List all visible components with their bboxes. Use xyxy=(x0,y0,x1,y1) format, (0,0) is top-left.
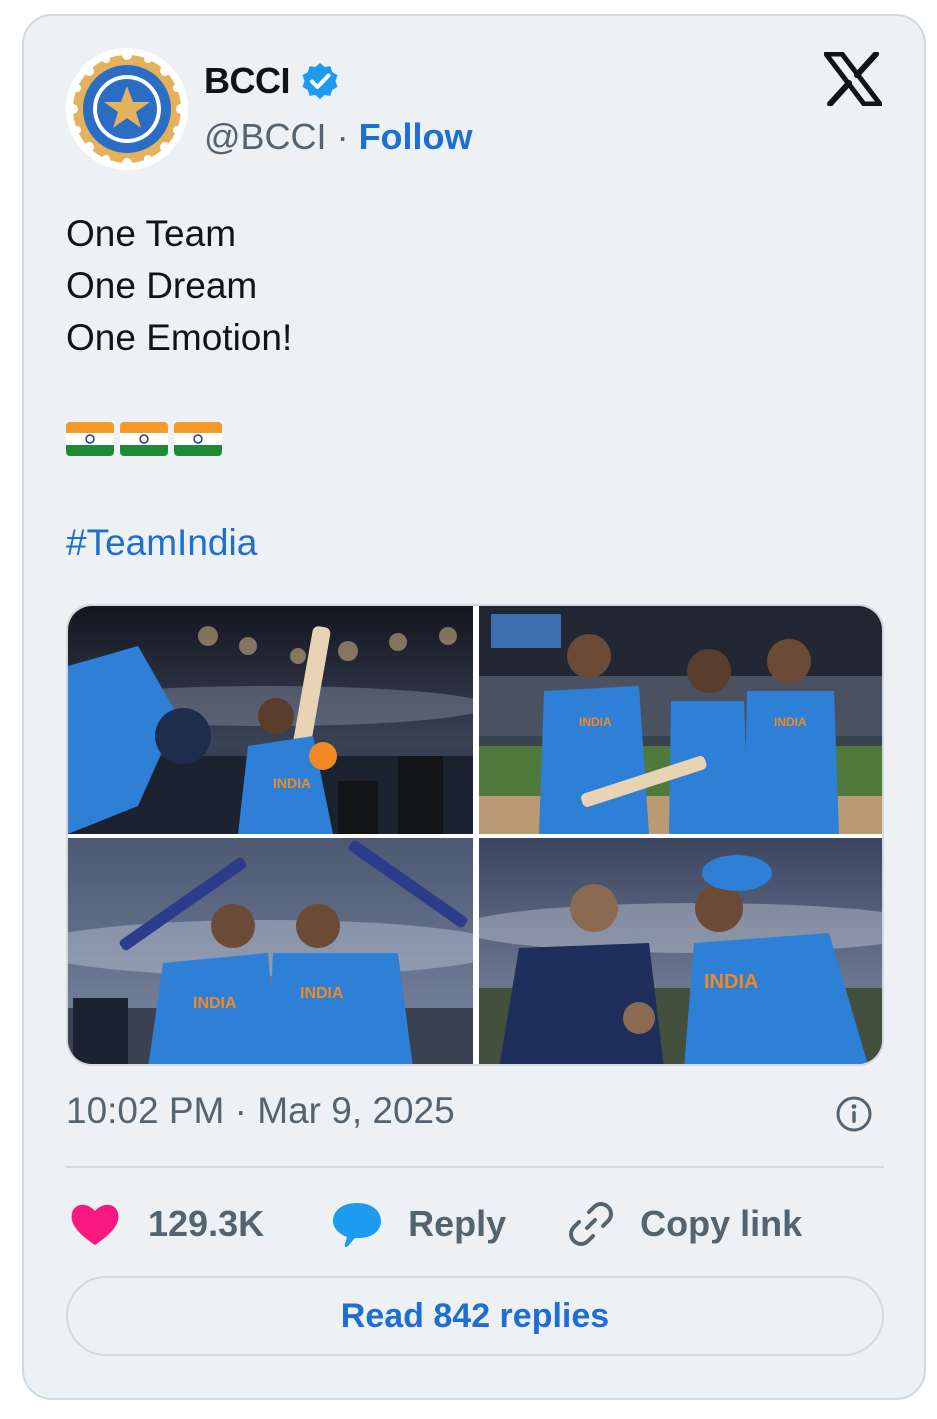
follow-button[interactable]: Follow xyxy=(359,116,473,158)
jersey-text: INDIA xyxy=(300,985,344,1002)
heart-icon xyxy=(71,1204,119,1245)
india-flag-icon xyxy=(66,422,114,456)
india-flag-icon xyxy=(174,422,222,456)
x-logo-icon[interactable] xyxy=(824,52,882,106)
copy-link-button[interactable]: Copy link xyxy=(566,1199,802,1249)
tweet-line: One Emotion! xyxy=(66,317,293,358)
tweet-timestamp[interactable]: 10:02 PM · Mar 9, 2025 xyxy=(66,1090,455,1132)
copy-link-label: Copy link xyxy=(640,1203,803,1244)
author-handle-row: @BCCI · Follow xyxy=(204,116,473,158)
tweet-line: One Team xyxy=(66,213,237,254)
jersey-text: INDIA xyxy=(273,775,311,791)
reply-button[interactable]: Reply xyxy=(330,1199,506,1249)
photo-2[interactable]: INDIA INDIA xyxy=(479,606,882,834)
jersey-text: INDIA xyxy=(579,715,612,729)
jersey-text: INDIA xyxy=(774,715,807,729)
author-name[interactable]: BCCI xyxy=(204,60,291,102)
tweet-line: One Dream xyxy=(66,265,258,306)
read-replies-button[interactable]: Read 842 replies xyxy=(66,1276,884,1356)
separator-dot: · xyxy=(336,116,349,157)
reply-bubble-icon xyxy=(333,1203,382,1248)
flag-emoji-row xyxy=(66,422,222,456)
jersey-text: INDIA xyxy=(704,971,758,993)
author-handle[interactable]: @BCCI xyxy=(204,116,327,158)
tweet-text: One Team One Dream One Emotion! xyxy=(66,208,292,364)
author-name-row: BCCI xyxy=(204,60,340,102)
jersey-text: INDIA xyxy=(193,995,237,1012)
like-count: 129.3K xyxy=(148,1203,265,1244)
divider xyxy=(66,1166,884,1168)
action-bar: 129.3K Reply Copy link xyxy=(66,1196,802,1252)
info-icon[interactable] xyxy=(834,1094,874,1134)
hashtag-link[interactable]: #TeamIndia xyxy=(66,522,257,564)
photo-1[interactable]: INDIA xyxy=(68,606,473,834)
photo-4[interactable]: INDIA xyxy=(479,838,882,1064)
like-button[interactable]: 129.3K xyxy=(66,1199,264,1249)
photo-3[interactable]: INDIA INDIA xyxy=(68,838,473,1064)
india-flag-icon xyxy=(120,422,168,456)
bcci-logo-icon[interactable] xyxy=(66,48,188,170)
link-icon xyxy=(569,1202,614,1246)
verified-badge-icon xyxy=(302,63,338,99)
read-replies-label: Read 842 replies xyxy=(340,1296,610,1335)
reply-label: Reply xyxy=(408,1203,507,1244)
media-grid: INDIA INDIA INDIA INDIA INDIA INDIA xyxy=(66,604,884,1066)
